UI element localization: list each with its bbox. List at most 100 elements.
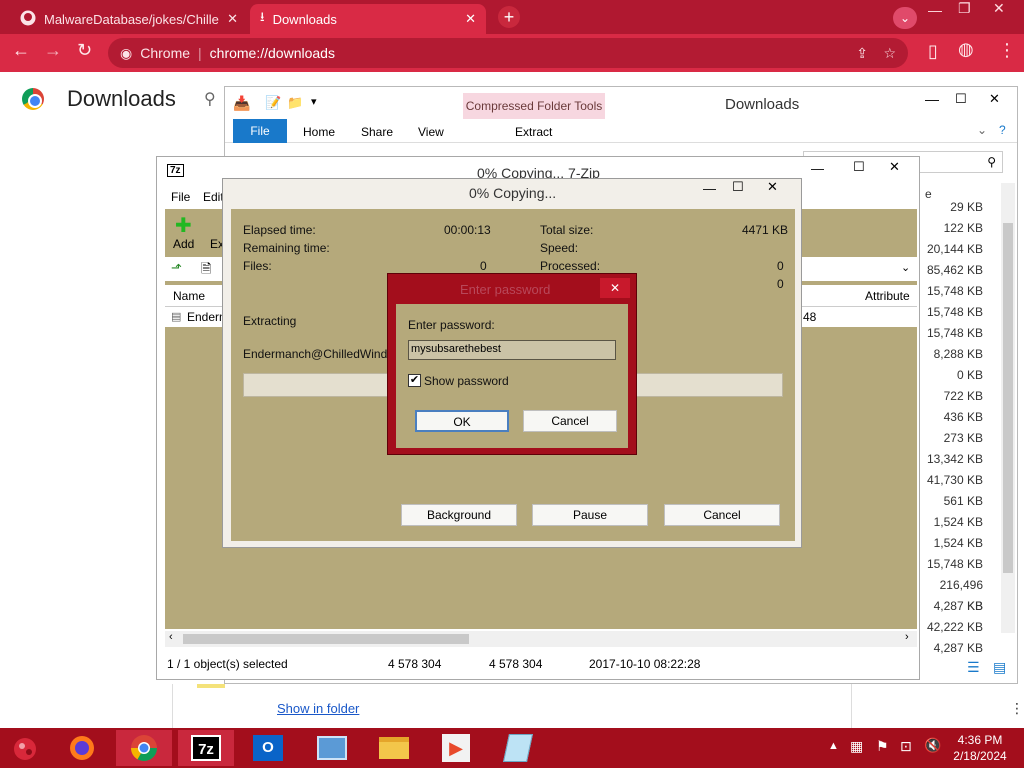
action-center-flag-icon[interactable]: ⚑ <box>876 738 889 755</box>
file-size-cell: 273 KB <box>943 431 983 445</box>
forward-icon[interactable]: → <box>44 40 62 61</box>
speed-label: Speed: <box>540 241 579 255</box>
scroll-thumb[interactable] <box>1003 223 1013 573</box>
control-panel-icon[interactable] <box>304 730 360 766</box>
file-size-cell: 436 KB <box>943 410 983 424</box>
quick-access-icon[interactable]: 📥 <box>233 95 250 112</box>
contextual-tab[interactable]: Compressed Folder Tools <box>463 93 605 119</box>
menu-edit[interactable]: Edit <box>203 190 224 204</box>
close-icon[interactable]: ✕ <box>889 159 900 175</box>
password-prompt: Enter password: <box>408 318 495 332</box>
firefox-icon[interactable] <box>54 730 110 766</box>
scroll-right-icon[interactable]: › <box>905 631 909 643</box>
minimize-icon[interactable]: — <box>703 181 716 196</box>
address-bar[interactable]: ◉ Chrome | chrome://downloads ⇪ ☆ <box>108 38 908 68</box>
tab-downloads[interactable]: ⭳ Downloads ✕ <box>250 4 486 34</box>
menu-icon[interactable]: ⋮ <box>998 40 1016 61</box>
scroll-thumb[interactable] <box>183 634 469 644</box>
close-icon[interactable]: ✕ <box>989 91 1000 107</box>
maximize-icon[interactable]: ☐ <box>955 91 967 107</box>
ribbon-tab-view[interactable]: View <box>418 125 444 139</box>
cancel-button[interactable]: Cancel <box>664 504 780 526</box>
elapsed-label: Elapsed time: <box>243 223 316 237</box>
close-icon[interactable]: ✕ <box>465 11 476 27</box>
properties-icon[interactable]: 📝 <box>265 95 281 111</box>
horizontal-scrollbar[interactable]: ‹ › <box>165 631 917 647</box>
notepad-icon[interactable] <box>490 730 546 766</box>
password-dialog-body: Enter password: mysubsarethebest ✔ Show … <box>396 304 628 448</box>
more-icon[interactable]: ⋮ <box>1010 700 1024 717</box>
remaining-label: Remaining time: <box>243 241 330 255</box>
network-icon[interactable]: ▦ <box>850 738 863 755</box>
clock[interactable]: 4:36 PM 2/18/2024 <box>952 733 1008 763</box>
file-size-cell: 8,288 KB <box>933 347 983 361</box>
vertical-scrollbar[interactable] <box>1001 183 1015 633</box>
tab-search-icon[interactable]: ⌄ <box>893 7 917 29</box>
customize-icon[interactable]: ▾ <box>311 95 317 108</box>
close-window-icon[interactable]: ✕ <box>993 0 1005 17</box>
folder-up-icon[interactable]: ⬏ <box>171 260 182 276</box>
ribbon-tab-share[interactable]: Share <box>361 125 393 139</box>
new-tab-button[interactable]: + <box>498 6 520 28</box>
cancel-button[interactable]: Cancel <box>523 410 617 432</box>
ethernet-icon[interactable]: ⊡ <box>900 738 912 755</box>
ribbon-expand-icon[interactable]: ⌄ <box>977 123 987 137</box>
ribbon-tab-file[interactable]: File <box>233 119 287 143</box>
help-icon[interactable]: ? <box>999 123 1006 137</box>
minimize-icon[interactable]: — <box>811 161 824 176</box>
add-icon[interactable]: ✚ <box>175 213 192 238</box>
bookmark-star-icon[interactable]: ☆ <box>883 45 896 62</box>
close-icon[interactable]: ✕ <box>767 179 778 195</box>
7zip-icon: 7z <box>167 164 184 177</box>
minimize-icon[interactable]: — <box>928 2 942 18</box>
file-size-cell: 561 KB <box>943 494 983 508</box>
files-label: Files: <box>243 259 272 273</box>
ribbon-tab-home[interactable]: Home <box>303 125 335 139</box>
total-size-label: Total size: <box>540 223 594 237</box>
media-player-icon[interactable]: ▶ <box>428 730 484 766</box>
column-header-attributes[interactable]: Attribute <box>865 289 910 303</box>
background-button[interactable]: Background <box>401 504 517 526</box>
pause-button[interactable]: Pause <box>532 504 648 526</box>
search-icon[interactable]: ⚲ <box>204 89 216 109</box>
maximize-icon[interactable]: ☐ <box>853 159 865 175</box>
file-explorer-icon[interactable] <box>366 730 422 766</box>
show-password-checkbox[interactable]: ✔ <box>408 374 421 387</box>
file-size-cell: 0 KB <box>956 368 983 382</box>
new-folder-icon[interactable]: 📁 <box>287 95 303 111</box>
browse-icon[interactable]: 🗎 <box>201 260 211 282</box>
outlook-icon[interactable]: O <box>240 730 296 766</box>
side-panel-icon[interactable]: ▯ <box>928 41 938 62</box>
file-size-cell: 4,287 KB <box>933 599 983 613</box>
chrome-icon[interactable] <box>116 730 172 766</box>
ribbon-tab-extract[interactable]: Extract <box>515 125 552 139</box>
show-hidden-icons[interactable]: ▲ <box>828 740 839 752</box>
show-in-folder-link[interactable]: Show in folder <box>277 701 359 716</box>
minimize-icon[interactable]: — <box>925 91 939 107</box>
maximize-icon[interactable]: ☐ <box>732 179 744 195</box>
close-icon[interactable]: ✕ <box>600 278 630 298</box>
ribbon: File Home Share View Extract ⌄ ? <box>225 119 1017 143</box>
large-icons-view-icon[interactable]: ▤ <box>993 659 1006 676</box>
back-icon[interactable]: ← <box>12 40 30 61</box>
restore-icon[interactable]: ❐ <box>958 0 971 17</box>
chevron-down-icon[interactable]: ⌄ <box>901 261 910 274</box>
tab-github[interactable]: MalwareDatabase/jokes/ChilledW ✕ <box>10 4 248 34</box>
start-button[interactable] <box>2 730 48 766</box>
volume-muted-icon[interactable]: 🔇 <box>924 737 941 754</box>
ok-button[interactable]: OK <box>415 410 509 432</box>
scroll-left-icon[interactable]: ‹ <box>169 631 173 643</box>
share-icon[interactable]: ⇪ <box>856 45 868 62</box>
file-size-cell: 1,524 KB <box>933 536 983 550</box>
add-button[interactable]: Add <box>173 237 194 251</box>
7zip-icon[interactable]: 7z <box>178 730 234 766</box>
details-view-icon[interactable]: ☰ <box>967 659 980 676</box>
menu-file[interactable]: File <box>171 190 190 204</box>
close-icon[interactable]: ✕ <box>227 11 238 27</box>
show-password-label: Show password <box>424 374 509 388</box>
profile-avatar[interactable]: ◍ <box>958 39 974 60</box>
column-header-name[interactable]: Name <box>173 289 205 303</box>
reload-icon[interactable]: ↻ <box>77 40 92 61</box>
password-input[interactable]: mysubsarethebest <box>408 340 616 360</box>
dialog-title: Enter password <box>460 282 551 297</box>
